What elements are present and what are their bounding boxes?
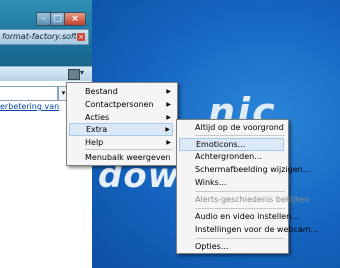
menu-separator bbox=[195, 238, 285, 239]
extra-submenu: Altijd op de voorgrond Emoticons... Acht… bbox=[176, 119, 318, 254]
menu-item-winks[interactable]: Winks... bbox=[179, 176, 284, 189]
menu-item-label: Winks... bbox=[195, 178, 227, 187]
menu-item-menubalk-weergeven[interactable]: Menubalk weergeven bbox=[69, 151, 173, 164]
menu-item-label: Audio en video instellen... bbox=[195, 212, 299, 221]
submenu-arrow-icon: ▶ bbox=[165, 126, 170, 133]
menu-item-label: Acties bbox=[85, 113, 110, 122]
menu-separator bbox=[195, 135, 285, 136]
page-link[interactable]: erbetering van bbox=[0, 102, 59, 111]
menu-item-audio-en-video[interactable]: Audio en video instellen... bbox=[179, 210, 299, 223]
menu-item-label: Contactpersonen bbox=[85, 100, 154, 109]
submenu-arrow-icon: ▶ bbox=[166, 88, 171, 95]
menu-item-help[interactable]: Help ▶ bbox=[69, 136, 173, 149]
submenu-arrow-icon: ▶ bbox=[166, 139, 171, 146]
menu-item-schermafbeelding-wijzigen[interactable]: Schermafbeelding wijzigen... bbox=[179, 163, 310, 176]
menu-item-label: Schermafbeelding wijzigen... bbox=[195, 165, 311, 174]
close-window-button[interactable]: × bbox=[64, 12, 86, 26]
maximize-button[interactable]: □ bbox=[50, 12, 65, 26]
menu-item-extra[interactable]: Extra ▶ bbox=[69, 123, 173, 136]
chevron-down-icon[interactable]: ▾ bbox=[80, 68, 84, 77]
menu-item-label: Menubalk weergeven bbox=[85, 153, 171, 162]
menu-item-label: Achtergronden... bbox=[195, 152, 262, 161]
menu-item-bestand[interactable]: Bestand ▶ bbox=[69, 85, 173, 98]
submenu-arrow-icon: ▶ bbox=[166, 101, 171, 108]
browser-tab[interactable]: format-factory.softoni... × bbox=[0, 29, 89, 45]
menu-item-opties[interactable]: Opties... bbox=[179, 240, 284, 253]
menu-separator bbox=[195, 208, 285, 209]
menu-item-label: Instellingen voor de webcam... bbox=[195, 225, 319, 234]
main-menu: Bestand ▶ Contactpersonen ▶ Acties ▶ Ext… bbox=[66, 82, 178, 166]
menu-separator bbox=[85, 149, 173, 150]
menu-separator bbox=[195, 191, 285, 192]
tools-icon[interactable] bbox=[68, 69, 80, 80]
menu-item-label: Help bbox=[85, 138, 104, 147]
minimize-button[interactable]: – bbox=[36, 12, 51, 26]
tab-close-icon[interactable]: × bbox=[77, 33, 85, 41]
command-bar: ▾ bbox=[0, 66, 92, 81]
menu-item-webcam-instellingen[interactable]: Instellingen voor de webcam... bbox=[179, 223, 318, 236]
menu-item-label: Altijd op de voorgrond bbox=[195, 123, 284, 132]
menu-item-label: Emoticons... bbox=[196, 140, 246, 149]
menu-item-label: Extra bbox=[86, 125, 108, 134]
menu-item-altijd-op-de-voorgrond[interactable]: Altijd op de voorgrond bbox=[179, 121, 284, 134]
menu-item-label: Alerts-geschiedenis bekijken bbox=[195, 195, 310, 204]
menu-item-achtergronden[interactable]: Achtergronden... bbox=[179, 150, 284, 163]
address-bar[interactable] bbox=[0, 86, 58, 101]
menu-item-alerts-geschiedenis: Alerts-geschiedenis bekijken bbox=[179, 193, 309, 206]
tab-title: format-factory.softoni... bbox=[2, 32, 76, 41]
menu-item-contactpersonen[interactable]: Contactpersonen ▶ bbox=[69, 98, 173, 111]
menu-item-label: Bestand bbox=[85, 87, 118, 96]
menu-item-label: Opties... bbox=[195, 242, 229, 251]
